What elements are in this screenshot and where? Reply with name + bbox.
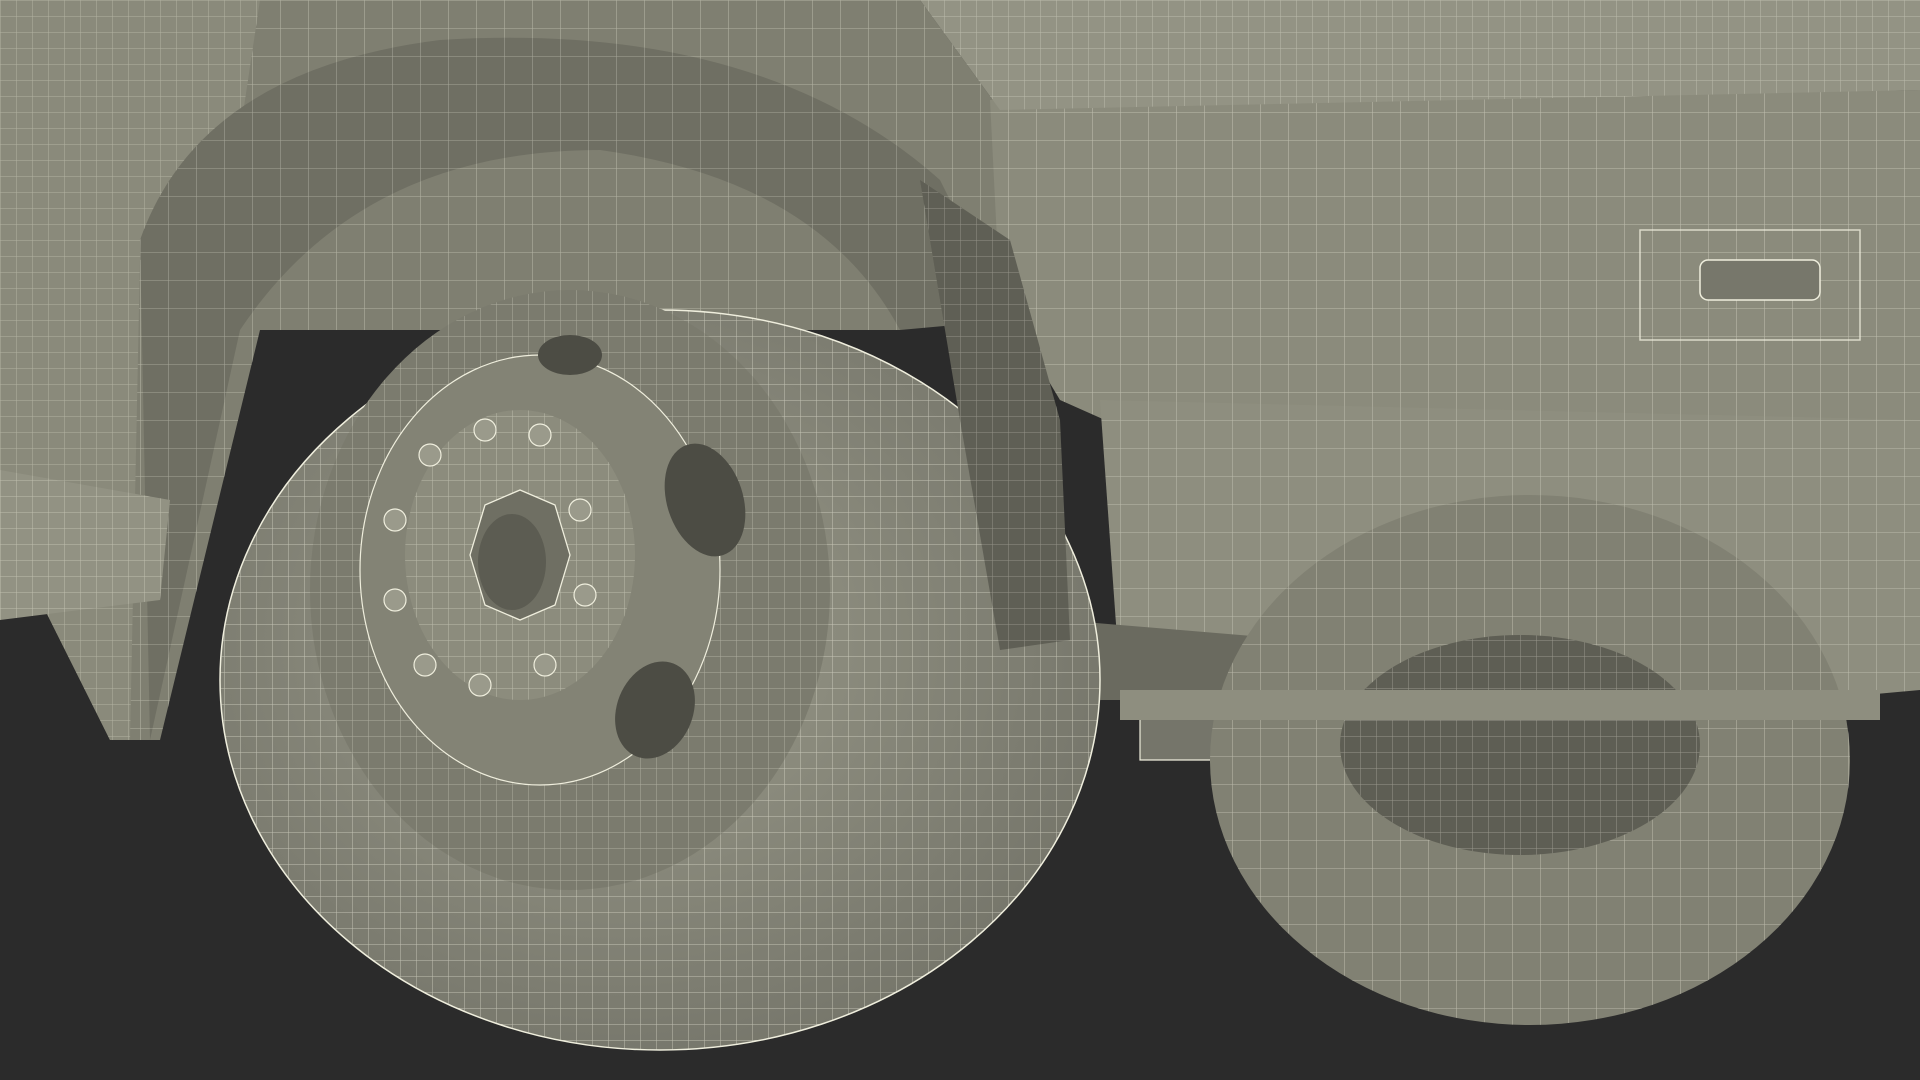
lug-nut (468, 673, 492, 697)
lug-nut (528, 423, 552, 447)
lug-nut (473, 418, 497, 442)
lug-nut (568, 498, 592, 522)
rim-hole (538, 335, 602, 375)
front-bumper (920, 0, 1920, 460)
wireframe-render (0, 0, 1920, 1080)
render-viewport (0, 0, 1920, 1080)
lug-nut (413, 653, 437, 677)
lug-nut (383, 588, 407, 612)
lug-nut (573, 583, 597, 607)
lug-nut (533, 653, 557, 677)
lug-nut (383, 508, 407, 532)
lug-nut (418, 443, 442, 467)
